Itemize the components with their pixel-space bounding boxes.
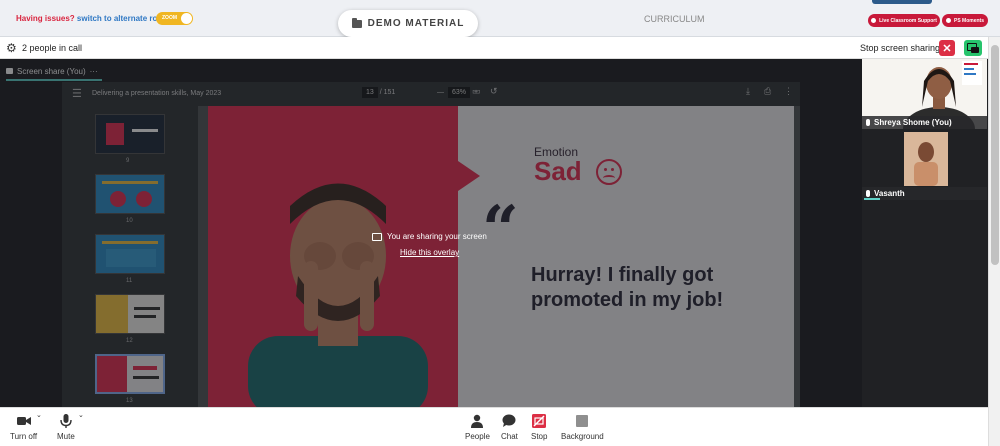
stop-share-icon (532, 414, 547, 428)
microphone-icon (60, 414, 72, 428)
stop-sharing-button[interactable]: ✕ (939, 40, 955, 56)
scroll-thumb[interactable] (991, 45, 999, 265)
stop-share-button[interactable]: Stop (531, 414, 547, 441)
background-button[interactable]: Background (561, 414, 604, 441)
live-support-label: Live Classroom Support (879, 17, 937, 24)
call-controls: Turn off ⌄ Mute ⌄ People Chat Stop Backg… (0, 407, 988, 446)
demo-material-button[interactable]: DEMO MATERIAL (338, 10, 478, 37)
meeting-stage: Screen share (You) ··· ☰ Delivering a pr… (0, 59, 988, 407)
mic-icon (866, 119, 870, 126)
hide-overlay-link[interactable]: Hide this overlay (400, 248, 459, 257)
people-button[interactable]: People (465, 414, 490, 441)
page-scrollbar[interactable] (988, 37, 1000, 446)
monitor-icon (372, 232, 382, 241)
background-label: Background (561, 432, 604, 441)
gear-icon[interactable]: ⚙ (6, 41, 17, 55)
chat-label: Chat (501, 432, 518, 441)
close-icon: ✕ (942, 42, 952, 55)
participant-name-strip: Vasanth (862, 187, 987, 200)
folder-icon (351, 17, 362, 28)
participant-name-strip: Shreya Shome (You) (862, 116, 987, 129)
support-icon (871, 18, 877, 23)
chat-icon (502, 414, 516, 427)
background-icon (576, 415, 589, 427)
toggle-knob (181, 13, 192, 24)
issues-text: Having issues? (16, 14, 75, 23)
chevron-down-icon[interactable]: ⌄ (36, 411, 42, 419)
curriculum-tab[interactable]: CURRICULUM (644, 14, 705, 24)
ps-moments-button[interactable]: PS Moments (942, 14, 988, 27)
classroom-top-bar: Having issues? switch to alternate room … (0, 0, 1000, 37)
person-icon (471, 414, 484, 428)
stop-sharing-label: Stop screen sharing (860, 43, 941, 53)
top-edge-tab (872, 0, 932, 4)
zoom-toggle-label: ZOOM (162, 15, 177, 21)
camera-icon (16, 417, 31, 425)
people-count: 2 people in call (22, 43, 83, 53)
ps-moments-label: PS Moments (953, 17, 984, 24)
stop-label: Stop (531, 432, 548, 441)
screen-share-icon[interactable] (964, 40, 982, 56)
mic-label: Mute (57, 432, 75, 441)
mic-button[interactable]: Mute (57, 414, 75, 441)
sharing-message: You are sharing your screen (372, 232, 487, 241)
moments-icon (945, 18, 951, 23)
zoom-toggle[interactable]: ZOOM (156, 12, 193, 25)
live-support-button[interactable]: Live Classroom Support (868, 14, 940, 27)
participant-name: Shreya Shome (You) (874, 118, 952, 127)
chat-button[interactable]: Chat (501, 414, 518, 441)
people-label: People (465, 432, 490, 441)
demo-material-label: DEMO MATERIAL (367, 18, 465, 29)
participant-tile[interactable]: Vasanth (862, 130, 987, 200)
camera-label: Turn off (10, 432, 38, 441)
call-header-bar: ⚙ 2 people in call Stop screen sharing ✕ (0, 37, 988, 59)
participant-name: Vasanth (874, 189, 905, 198)
participant-tile[interactable]: Shreya Shome (You) (862, 59, 987, 151)
mic-icon (866, 190, 870, 197)
chevron-down-icon[interactable]: ⌄ (78, 411, 84, 419)
camera-button[interactable]: Turn off (10, 414, 37, 441)
speaking-indicator (864, 198, 880, 200)
sharing-message-text: You are sharing your screen (387, 232, 487, 241)
issues-notice: Having issues? switch to alternate room (16, 14, 169, 23)
